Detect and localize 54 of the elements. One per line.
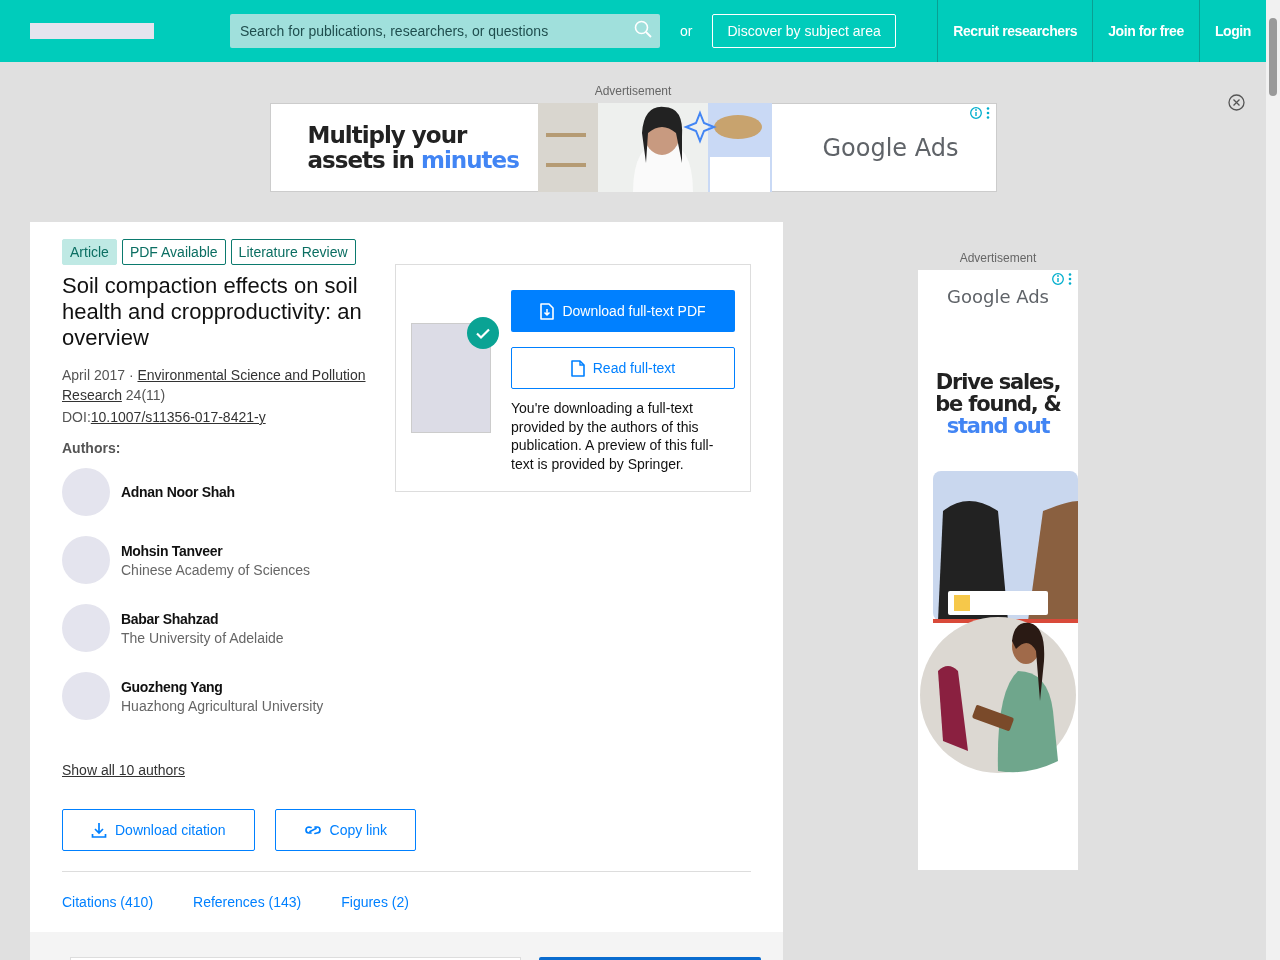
author-name[interactable]: Adnan Noor Shah <box>121 484 235 500</box>
nav-link[interactable]: Recruit researchers <box>937 0 1093 62</box>
or-text: or <box>680 23 693 39</box>
link-icon <box>303 824 322 836</box>
tab[interactable]: Figures (2) <box>341 894 409 918</box>
download-note: You're downloading a full-text provided by the authors of this publication. A preview of this full-text is provided by Springer. <box>511 399 715 473</box>
author-name[interactable]: Guozheng Yang <box>121 678 324 695</box>
badge: Literature Review <box>230 239 356 265</box>
tab[interactable]: References (143) <box>193 894 302 918</box>
ad-brand: Google Ads <box>822 133 959 162</box>
author-affiliation: Huazhong Agricultural University <box>121 697 324 714</box>
ad-brand: Google Ads <box>947 286 1049 307</box>
search-icon[interactable] <box>634 20 652 38</box>
file-download-icon <box>540 302 555 320</box>
search-field[interactable]: Search for publications, researchers, or questions <box>230 14 660 48</box>
scrollbar[interactable] <box>1266 0 1280 960</box>
ad-info-icon[interactable] <box>969 106 992 120</box>
download-pdf-button[interactable]: Download full-text PDF <box>511 290 735 332</box>
document-icon <box>570 359 585 377</box>
badge: Article <box>62 239 117 265</box>
show-all-authors-link[interactable]: Show all 10 authors <box>62 762 185 778</box>
avatar[interactable] <box>62 604 110 652</box>
avatar[interactable] <box>62 672 110 720</box>
close-icon[interactable] <box>1228 94 1245 111</box>
author-name[interactable]: Babar Shahzad <box>121 610 284 627</box>
ad-label: Advertisement <box>594 84 672 98</box>
journal-link[interactable]: Research <box>62 387 122 403</box>
author-affiliation: Chinese Academy of Sciences <box>121 561 311 578</box>
ad-banner[interactable]: Google Ads Drive sales, be found, & stand out <box>918 270 1078 870</box>
check-icon <box>467 317 499 349</box>
doi-link[interactable]: 10.1007/s11356-017-8421-y <box>90 409 266 425</box>
ad-headline: Drive sales, be found, & stand out <box>934 371 1062 438</box>
download-icon <box>91 822 107 838</box>
avatar[interactable] <box>62 468 110 516</box>
journal-link[interactable]: Environmental Science and Pollution <box>137 367 366 383</box>
read-full-text-button[interactable]: Read full-text <box>511 347 735 389</box>
discover-button[interactable]: Discover by subject area <box>712 14 896 48</box>
avatar[interactable] <box>62 536 110 584</box>
doi-text: DOI:10.1007/s11356-017-8421-y <box>62 408 267 427</box>
nav-link[interactable]: Join for free <box>1092 0 1199 62</box>
logo[interactable] <box>30 23 154 39</box>
tab[interactable]: Citations (410) <box>62 894 154 918</box>
ad-info-icon[interactable] <box>1052 272 1074 286</box>
ad-headline: Multiply your assets in minutes <box>307 123 520 172</box>
authors-label: Authors: <box>62 440 122 456</box>
ad-banner[interactable]: Multiply your assets in minutes Google Ads <box>269 103 997 192</box>
author-affiliation: The University of Adelaide <box>121 629 284 646</box>
badge: PDF Available <box>121 239 226 265</box>
publication-info: April 2017 · Environmental Science and Pollution Research 24(11) <box>62 366 367 405</box>
article-title: Soil compaction effects on soil health and cropproductivity: an overview <box>62 273 363 351</box>
ad-label: Advertisement <box>959 251 1037 265</box>
action-button[interactable]: Download citation <box>62 809 255 851</box>
author-name[interactable]: Mohsin Tanveer <box>121 542 311 559</box>
action-button[interactable]: Copy link <box>274 809 417 851</box>
